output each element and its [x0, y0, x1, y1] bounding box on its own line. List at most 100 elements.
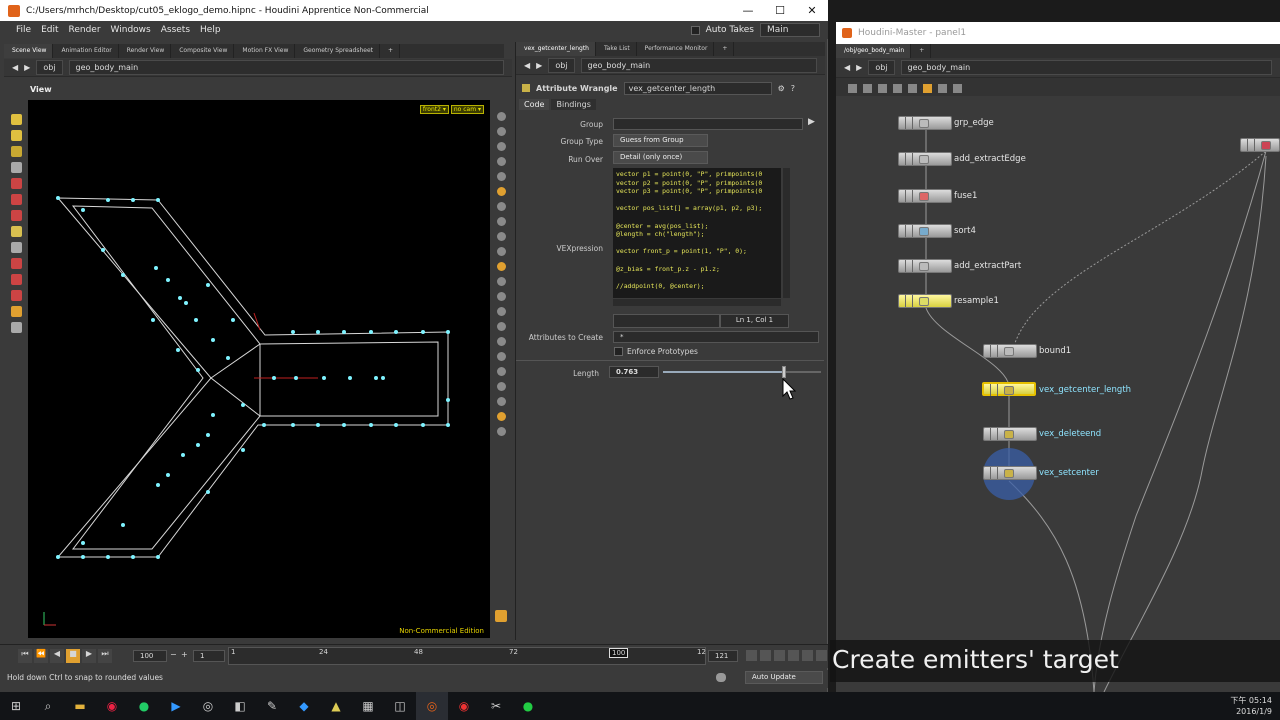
minimize-button[interactable]: —: [732, 0, 764, 21]
tree-icon[interactable]: [848, 83, 857, 93]
back-arrow-icon[interactable]: ◀: [12, 63, 18, 72]
spotify-icon[interactable]: ●: [128, 692, 160, 720]
node-vex-deleteend[interactable]: [983, 427, 1037, 441]
stop-icon[interactable]: ■: [66, 649, 80, 663]
maximize-button[interactable]: ☐: [764, 0, 796, 21]
camera-icon[interactable]: [496, 262, 506, 271]
file-explorer-icon[interactable]: ▬: [64, 692, 96, 720]
normals-icon[interactable]: [496, 202, 506, 211]
transform-tool-icon[interactable]: [10, 130, 22, 141]
magnet2-tool-icon[interactable]: [10, 290, 22, 301]
node-resample1[interactable]: [898, 294, 952, 308]
code-hscrollbar[interactable]: [613, 299, 781, 306]
grid-icon[interactable]: [878, 83, 887, 93]
tab-vex-getcenter-length[interactable]: vex_getcenter_length: [516, 42, 596, 56]
start-windows-icon[interactable]: ⊞: [0, 692, 32, 720]
node-add-extractpart[interactable]: [898, 259, 952, 273]
code-scrollbar[interactable]: [783, 168, 790, 298]
current-frame-marker[interactable]: 100: [609, 648, 629, 658]
path-obj[interactable]: obj: [868, 60, 895, 75]
jump-end-icon[interactable]: ⏭: [98, 649, 112, 663]
template-icon[interactable]: [496, 307, 506, 316]
highlight-icon[interactable]: [496, 187, 506, 196]
audio-icon[interactable]: [802, 650, 813, 661]
scene-viewport[interactable]: front2 ▾ no cam ▾ Non-Commercial Edition: [28, 100, 490, 638]
system-tray-clock[interactable]: 下午 05:14 2016/1/9: [1230, 695, 1272, 717]
path-node[interactable]: geo_body_main: [68, 60, 504, 75]
tab-network-path[interactable]: /obj/geo_body_main: [836, 44, 912, 58]
attrs-field[interactable]: *: [613, 331, 819, 343]
color-palette-icon[interactable]: [908, 83, 917, 93]
menu-assets[interactable]: Assets: [156, 25, 195, 35]
step-back-icon[interactable]: ⏪: [34, 649, 48, 663]
app3-icon[interactable]: ✎: [256, 692, 288, 720]
ghost-icon[interactable]: [496, 157, 506, 166]
length-slider[interactable]: [663, 366, 821, 378]
node-vex-getcenter-length[interactable]: [982, 382, 1036, 396]
app5-icon[interactable]: ▲: [320, 692, 352, 720]
display-option-icon[interactable]: [496, 112, 506, 121]
desktop-dropdown[interactable]: Main: [760, 23, 820, 37]
brush-icon[interactable]: [496, 292, 506, 301]
menu-file[interactable]: File: [0, 25, 36, 35]
node-grp-edge[interactable]: [898, 116, 952, 130]
group-type-dropdown[interactable]: Guess from Group: [613, 134, 708, 147]
measure-tool-icon[interactable]: [10, 242, 22, 253]
add-tab-icon[interactable]: +: [380, 44, 401, 58]
node-offscreen[interactable]: [1240, 138, 1280, 152]
back-arrow-icon[interactable]: ◀: [524, 61, 530, 70]
add-tab-icon[interactable]: +: [714, 42, 735, 56]
menu-render[interactable]: Render: [64, 25, 106, 35]
line-icon[interactable]: ●: [512, 692, 544, 720]
group-field[interactable]: [613, 118, 803, 130]
shape-icon[interactable]: [938, 83, 947, 93]
auto-takes-checkbox[interactable]: [690, 25, 700, 35]
app4-icon[interactable]: ◆: [288, 692, 320, 720]
minus-icon[interactable]: −: [170, 650, 177, 659]
plus-icon[interactable]: +: [181, 650, 188, 659]
node-vex-setcenter[interactable]: [983, 466, 1037, 480]
path-node[interactable]: geo_body_main: [580, 57, 817, 73]
select-tool-icon[interactable]: [10, 114, 22, 125]
tab-performance-monitor[interactable]: Performance Monitor: [637, 42, 715, 56]
app2-icon[interactable]: ◧: [224, 692, 256, 720]
run-over-dropdown[interactable]: Detail (only once): [613, 151, 708, 164]
brush-tool-icon[interactable]: [10, 226, 22, 237]
auto-update-dropdown[interactable]: Auto Update: [745, 671, 823, 684]
points-icon[interactable]: [496, 172, 506, 181]
forward-arrow-icon[interactable]: ▶: [856, 63, 862, 72]
arrow-select-icon[interactable]: ▶: [808, 117, 815, 127]
layout-grid-icon[interactable]: [495, 610, 507, 622]
settings-icon[interactable]: [816, 650, 827, 661]
forward-arrow-icon[interactable]: ▶: [536, 61, 542, 70]
calculator-icon[interactable]: ▦: [352, 692, 384, 720]
path-obj[interactable]: obj: [548, 57, 575, 73]
close-button[interactable]: ✕: [796, 0, 828, 21]
pose-tool-icon[interactable]: [10, 162, 22, 173]
list-icon[interactable]: [863, 83, 872, 93]
node-bound1[interactable]: [983, 344, 1037, 358]
note-icon[interactable]: [923, 83, 932, 93]
timeline-ruler[interactable]: 1 24 48 72 12 100: [228, 647, 706, 665]
play-icon[interactable]: ▶: [82, 649, 96, 663]
node-sort4[interactable]: [898, 224, 952, 238]
gear-icon[interactable]: ⚙: [778, 84, 785, 93]
tab-code[interactable]: Code: [519, 99, 550, 110]
tab-scene-view[interactable]: Scene View: [4, 44, 54, 58]
menu-help[interactable]: Help: [195, 25, 226, 35]
lock-icon[interactable]: [496, 412, 506, 421]
app7-icon[interactable]: ✂: [480, 692, 512, 720]
netbox-icon[interactable]: [953, 83, 962, 93]
chrome-icon[interactable]: ◉: [96, 692, 128, 720]
record-icon[interactable]: ◉: [448, 692, 480, 720]
tab-bindings[interactable]: Bindings: [551, 99, 596, 110]
forward-arrow-icon[interactable]: ▶: [24, 63, 30, 72]
grid-icon[interactable]: [496, 382, 506, 391]
pen-icon[interactable]: [496, 277, 506, 286]
tab-composite-view[interactable]: Composite View: [171, 44, 235, 58]
scale-tool-icon[interactable]: [10, 194, 22, 205]
node-name-field[interactable]: vex_getcenter_length: [623, 81, 772, 95]
vector-icon[interactable]: [496, 352, 506, 361]
pivot-icon[interactable]: [496, 367, 506, 376]
snap-tool-icon[interactable]: [10, 210, 22, 221]
